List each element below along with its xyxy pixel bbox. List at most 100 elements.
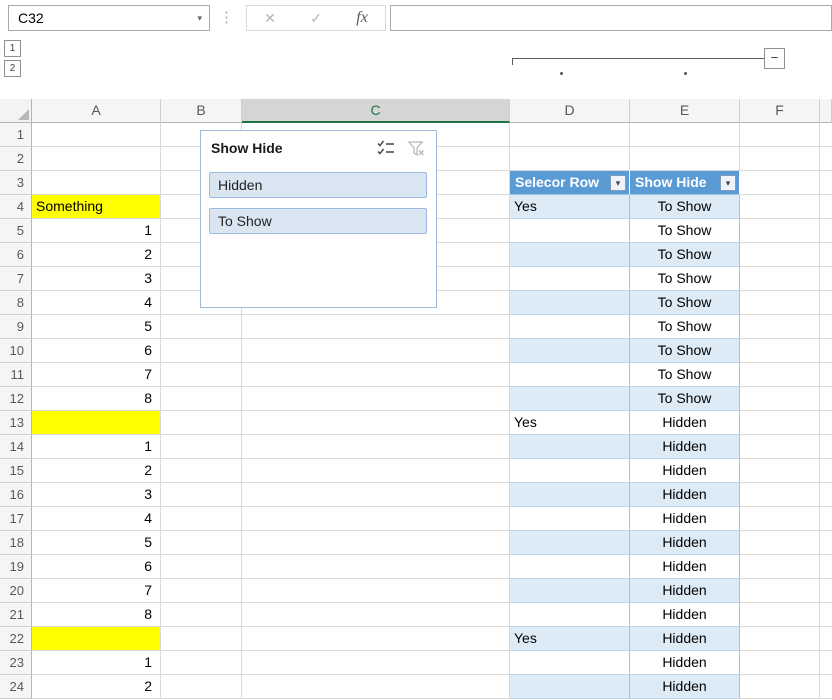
cell-E20[interactable]: Hidden <box>630 579 740 603</box>
cell-A10[interactable]: 6 <box>32 339 161 363</box>
cell-A11[interactable]: 7 <box>32 363 161 387</box>
cell-E22[interactable]: Hidden <box>630 627 740 651</box>
cell-F22[interactable] <box>740 627 820 651</box>
cell-D18[interactable] <box>510 531 630 555</box>
cell-D19[interactable] <box>510 555 630 579</box>
cell-A17[interactable]: 4 <box>32 507 161 531</box>
row-header-12[interactable]: 12 <box>0 387 32 411</box>
cell-E5[interactable]: To Show <box>630 219 740 243</box>
column-header-D[interactable]: D <box>510 99 630 123</box>
cell-F12[interactable] <box>740 387 820 411</box>
cell-B10[interactable] <box>161 339 242 363</box>
cell-E23[interactable]: Hidden <box>630 651 740 675</box>
cell-B24[interactable] <box>161 675 242 699</box>
cell-B18[interactable] <box>161 531 242 555</box>
column-header-E[interactable]: E <box>630 99 740 123</box>
cell-B12[interactable] <box>161 387 242 411</box>
cell-E7[interactable]: To Show <box>630 267 740 291</box>
cell-F2[interactable] <box>740 147 820 171</box>
filter-button-selecor-row[interactable]: ▾ <box>610 175 626 191</box>
cell-F13[interactable] <box>740 411 820 435</box>
cell-B20[interactable] <box>161 579 242 603</box>
cell-A16[interactable]: 3 <box>32 483 161 507</box>
cell-A5[interactable]: 1 <box>32 219 161 243</box>
cell-E18[interactable]: Hidden <box>630 531 740 555</box>
cell-C18[interactable] <box>242 531 510 555</box>
cell-B22[interactable] <box>161 627 242 651</box>
cell-E19[interactable]: Hidden <box>630 555 740 579</box>
row-header-14[interactable]: 14 <box>0 435 32 459</box>
row-header-2[interactable]: 2 <box>0 147 32 171</box>
cell-C9[interactable] <box>242 315 510 339</box>
cell-C13[interactable] <box>242 411 510 435</box>
row-header-20[interactable]: 20 <box>0 579 32 603</box>
cell-D1[interactable] <box>510 123 630 147</box>
cell-C21[interactable] <box>242 603 510 627</box>
cancel-icon[interactable]: ✕ <box>264 10 276 27</box>
cell-F8[interactable] <box>740 291 820 315</box>
cell-A15[interactable]: 2 <box>32 459 161 483</box>
table-header-show-hide[interactable]: Show Hide ▾ <box>630 171 740 195</box>
cell-F24[interactable] <box>740 675 820 699</box>
cell-F23[interactable] <box>740 651 820 675</box>
slicer-item-to-show[interactable]: To Show <box>209 208 427 234</box>
cell-C11[interactable] <box>242 363 510 387</box>
row-header-10[interactable]: 10 <box>0 339 32 363</box>
row-header-11[interactable]: 11 <box>0 363 32 387</box>
cell-D10[interactable] <box>510 339 630 363</box>
filter-button-show-hide[interactable]: ▾ <box>720 175 736 191</box>
name-box[interactable]: C32 ▾ <box>8 5 210 31</box>
cell-A2[interactable] <box>32 147 161 171</box>
row-header-22[interactable]: 22 <box>0 627 32 651</box>
cell-F19[interactable] <box>740 555 820 579</box>
cell-D22[interactable]: Yes <box>510 627 630 651</box>
row-header-4[interactable]: 4 <box>0 195 32 219</box>
clear-filter-icon[interactable] <box>406 139 426 159</box>
cell-A23[interactable]: 1 <box>32 651 161 675</box>
cell-D21[interactable] <box>510 603 630 627</box>
cell-C23[interactable] <box>242 651 510 675</box>
row-header-15[interactable]: 15 <box>0 459 32 483</box>
slicer-item-hidden[interactable]: Hidden <box>209 172 427 198</box>
cell-E21[interactable]: Hidden <box>630 603 740 627</box>
cell-F4[interactable] <box>740 195 820 219</box>
cell-F5[interactable] <box>740 219 820 243</box>
cell-D9[interactable] <box>510 315 630 339</box>
cell-B17[interactable] <box>161 507 242 531</box>
cell-A21[interactable]: 8 <box>32 603 161 627</box>
cell-A3[interactable] <box>32 171 161 195</box>
cell-B19[interactable] <box>161 555 242 579</box>
row-header-6[interactable]: 6 <box>0 243 32 267</box>
cell-B11[interactable] <box>161 363 242 387</box>
row-header-9[interactable]: 9 <box>0 315 32 339</box>
cell-D2[interactable] <box>510 147 630 171</box>
row-header-17[interactable]: 17 <box>0 507 32 531</box>
cell-A1[interactable] <box>32 123 161 147</box>
cell-D4[interactable]: Yes <box>510 195 630 219</box>
column-header-C[interactable]: C <box>242 99 510 123</box>
cell-F1[interactable] <box>740 123 820 147</box>
cell-A22[interactable] <box>32 627 161 651</box>
cell-F18[interactable] <box>740 531 820 555</box>
cell-A7[interactable]: 3 <box>32 267 161 291</box>
row-header-3[interactable]: 3 <box>0 171 32 195</box>
cell-D6[interactable] <box>510 243 630 267</box>
cell-E2[interactable] <box>630 147 740 171</box>
cell-F9[interactable] <box>740 315 820 339</box>
cell-D5[interactable] <box>510 219 630 243</box>
slicer-show-hide[interactable]: Show Hide Hidden To Show <box>200 130 437 308</box>
column-header-F[interactable]: F <box>740 99 820 123</box>
column-header-A[interactable]: A <box>32 99 161 123</box>
cell-D23[interactable] <box>510 651 630 675</box>
cell-C15[interactable] <box>242 459 510 483</box>
outline-collapse-button[interactable]: − <box>764 48 785 69</box>
cell-D14[interactable] <box>510 435 630 459</box>
cell-A24[interactable]: 2 <box>32 675 161 699</box>
cell-C20[interactable] <box>242 579 510 603</box>
row-header-5[interactable]: 5 <box>0 219 32 243</box>
formula-input[interactable] <box>390 5 832 31</box>
cell-B15[interactable] <box>161 459 242 483</box>
cell-C16[interactable] <box>242 483 510 507</box>
cell-F11[interactable] <box>740 363 820 387</box>
row-header-7[interactable]: 7 <box>0 267 32 291</box>
